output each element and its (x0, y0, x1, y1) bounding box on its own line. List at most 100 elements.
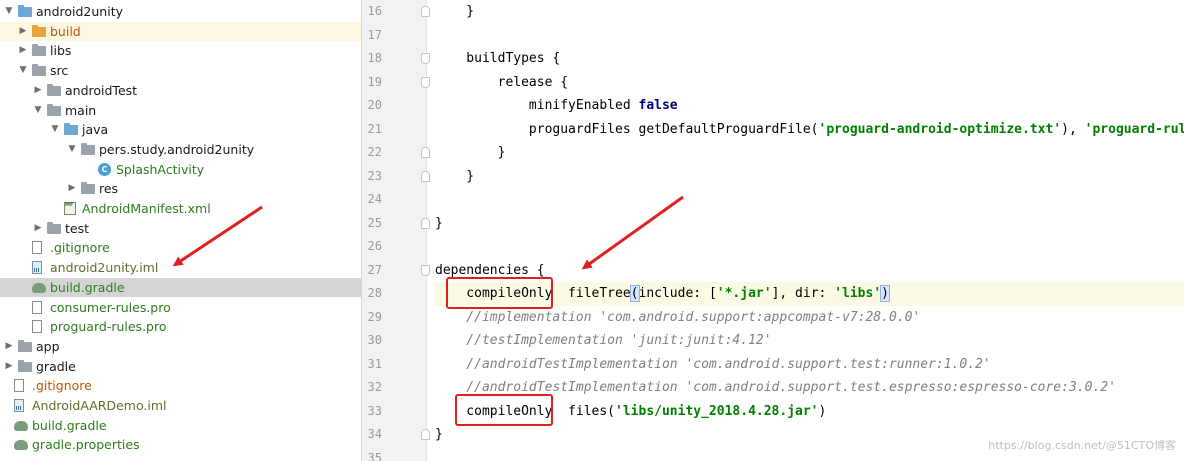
tree-item-label: test (65, 220, 90, 236)
code-line[interactable]: proguardFiles getDefaultProguardFile( 'pr… (435, 118, 1184, 142)
code-line[interactable]: //androidTestImplementation 'com.android… (435, 353, 991, 377)
line-number: 27 (367, 262, 382, 277)
tree-item[interactable]: C SplashActivity (0, 160, 361, 179)
tree-item[interactable]: ▼ java (0, 120, 361, 139)
code-token-str: 'libs' (834, 286, 882, 301)
tree-item-label: pers.study.android2unity (99, 141, 255, 157)
file-icon (32, 320, 42, 334)
chevron-right-icon[interactable]: ▶ (4, 357, 14, 376)
tree-item[interactable]: ▼ pers.study.android2unity (0, 140, 361, 159)
tree-item[interactable]: build.gradle (0, 277, 361, 297)
code-line[interactable]: } (435, 212, 443, 236)
line-number: 29 (367, 309, 382, 324)
package-icon (81, 142, 95, 155)
tree-item[interactable]: ▼ main (0, 101, 361, 120)
fold-start-icon[interactable] (421, 264, 430, 276)
gutter-divider (426, 0, 427, 461)
tree-item[interactable]: AndroidManifest.xml (0, 196, 361, 218)
iml-file-icon (14, 399, 24, 412)
tree-item-label: main (65, 102, 97, 118)
line-number: 35 (367, 450, 382, 461)
folder-icon (18, 359, 32, 372)
compileonly-highlight-box-1 (446, 277, 553, 309)
code-line[interactable]: release { (435, 71, 568, 95)
tree-item[interactable]: gradle.properties (0, 435, 361, 454)
chevron-right-icon[interactable]: ▶ (33, 219, 43, 238)
tree-item[interactable]: ▶ libs (0, 41, 361, 60)
chevron-down-icon[interactable]: ▼ (67, 140, 77, 159)
tree-item[interactable]: ▶ test (0, 219, 361, 238)
chevron-right-icon[interactable]: ▶ (18, 22, 28, 41)
code-line[interactable]: //testImplementation 'junit:junit:4.12' (435, 329, 771, 353)
fold-start-icon[interactable] (421, 53, 430, 64)
chevron-right-icon[interactable]: ▶ (4, 337, 14, 356)
fold-start-icon[interactable] (421, 76, 430, 88)
tree-item[interactable]: ▶ res (0, 179, 361, 198)
code-line[interactable]: //implementation 'com.android.support:ap… (435, 306, 920, 330)
code-token-cmt: //androidTestImplementation 'com.android… (435, 356, 991, 372)
tree-item-label: res (99, 181, 119, 197)
code-token-str: 'proguard-rules.pro' (1084, 121, 1184, 137)
code-line[interactable]: } (435, 141, 506, 165)
code-token: minifyEnabled (435, 98, 639, 113)
tree-item[interactable]: build.gradle (0, 416, 361, 435)
tree-item[interactable]: ▶ gradle (0, 357, 361, 376)
tree-item[interactable]: android2unity.iml (0, 258, 361, 277)
code-token: } (435, 4, 475, 19)
fold-end-icon[interactable] (421, 217, 430, 229)
chevron-right-icon[interactable]: ▶ (18, 41, 28, 60)
module-folder-icon (18, 5, 32, 17)
tree-item[interactable]: .gitignore (0, 376, 361, 395)
code-token: proguardFiles getDefaultProguardFile( (435, 121, 819, 137)
code-line[interactable]: } (435, 165, 474, 189)
tree-item[interactable]: ▶ app (0, 337, 361, 356)
code-editor[interactable]: 16 17 18 19 20 21 22 23 24 25 26 27 28 29 30 31 32 33 34 35… (362, 0, 1184, 461)
tree-item-label: AndroidAARDemo.iml (32, 398, 167, 413)
project-tree-panel: ▼ android2unity ▶ build ▶ libs ▼ src ▶ androidTes… (0, 0, 362, 461)
tree-item[interactable]: ▼ src (0, 61, 361, 80)
tree-item[interactable]: .gitignore (0, 238, 361, 257)
chevron-down-icon[interactable]: ▼ (50, 120, 60, 139)
folder-icon (47, 103, 61, 116)
file-icon (14, 379, 24, 393)
fold-end-icon[interactable] (421, 6, 430, 17)
tree-item-label: build (50, 23, 81, 39)
chevron-down-icon[interactable]: ▼ (18, 61, 28, 80)
chevron-right-icon[interactable]: ▶ (33, 81, 43, 100)
line-number: 21 (367, 121, 382, 136)
gradle-icon (14, 440, 28, 451)
tree-item[interactable]: ▶ androidTest (0, 81, 361, 100)
watermark: https://blog.csdn.net/@51CTO博客 (988, 439, 1176, 452)
iml-file-icon (32, 261, 42, 275)
fold-end-icon[interactable] (421, 429, 430, 440)
code-token: } (435, 168, 475, 184)
tree-item[interactable]: ▼ android2unity (0, 2, 361, 21)
tree-item[interactable]: AndroidAARDemo.iml (0, 396, 361, 415)
tree-item[interactable]: ▶ build (0, 21, 361, 41)
code-line[interactable]: minifyEnabled false (435, 94, 678, 118)
tree-item-label: .gitignore (32, 378, 92, 394)
file-icon (32, 241, 42, 255)
tree-item-label: gradle.properties (32, 437, 140, 453)
tree-item[interactable]: proguard-rules.pro (0, 317, 361, 336)
code-token: } (435, 427, 443, 442)
chevron-down-icon[interactable]: ▼ (4, 2, 14, 21)
tree-item-label: gradle (36, 358, 76, 374)
tree-item-label: proguard-rules.pro (50, 319, 167, 335)
code-line[interactable]: } (435, 0, 474, 24)
code-line[interactable]: buildTypes { (435, 47, 560, 71)
line-number: 26 (367, 239, 382, 253)
fold-end-icon[interactable] (421, 170, 430, 182)
code-token: ) (818, 403, 827, 419)
code-token: buildTypes { (435, 51, 561, 66)
code-line[interactable]: } (435, 423, 443, 447)
gradle-icon (32, 282, 46, 293)
fold-end-icon[interactable] (421, 147, 430, 158)
tree-item-label: libs (50, 43, 72, 59)
line-number: 34 (367, 427, 382, 441)
tree-item[interactable]: consumer-rules.pro (0, 298, 361, 317)
code-token: dependencies { (435, 262, 545, 278)
manifest-file-icon (64, 196, 76, 215)
file-icon (32, 300, 42, 314)
chevron-down-icon[interactable]: ▼ (33, 101, 43, 120)
